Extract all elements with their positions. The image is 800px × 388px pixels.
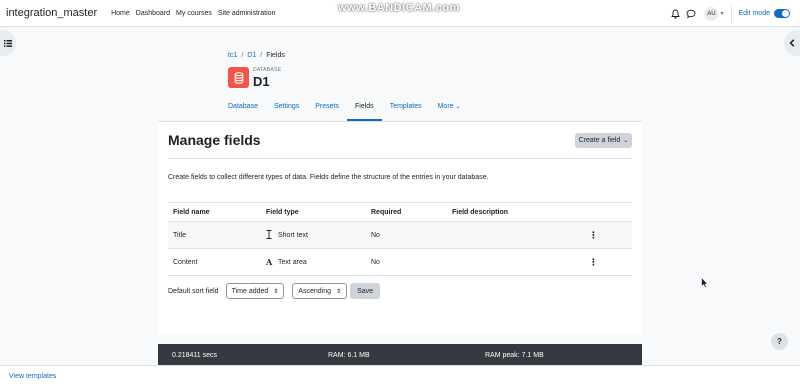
field-type-label: Short text — [278, 231, 308, 239]
breadcrumb: tc1 / D1 / Fields — [228, 52, 285, 59]
select-arrows-icon: ⇕ — [273, 288, 279, 295]
breadcrumb-current: Fields — [266, 52, 285, 59]
avatar[interactable]: AU — [704, 6, 719, 21]
fields-table: Field name Field type Required Field des… — [168, 202, 632, 276]
column-header-actions — [584, 202, 632, 222]
help-button[interactable]: ? — [771, 333, 788, 350]
perf-ram-peak: RAM peak: 7.1 MB — [485, 352, 544, 359]
perf-ram: RAM: 6.1 MB — [328, 352, 370, 359]
database-icon — [228, 67, 249, 88]
column-header-field-name: Field name — [168, 202, 261, 222]
tab-fields[interactable]: Fields — [347, 97, 382, 121]
create-field-button[interactable]: Create a field ⌄ — [575, 133, 632, 148]
edit-mode-label: Edit mode — [738, 10, 770, 17]
intro-text: Create fields to collect different types… — [168, 174, 489, 181]
tab-more-label: More — [437, 103, 454, 110]
chevron-left-icon — [789, 39, 795, 47]
nav-home[interactable]: Home — [111, 10, 130, 17]
actions-cell: ⋮ — [584, 221, 632, 249]
required-cell: No — [366, 248, 447, 276]
select-arrows-icon: ⇕ — [336, 288, 342, 295]
top-navbar: integration_master Home Dashboard My cou… — [0, 0, 800, 27]
chevron-down-icon: ⌄ — [623, 138, 629, 144]
create-field-label: Create a field — [578, 137, 621, 144]
breadcrumb-separator: / — [260, 52, 263, 59]
description-cell — [447, 248, 584, 276]
recorder-watermark: www.BANDICAM.com — [338, 2, 460, 14]
field-type-cell: Short text — [261, 221, 366, 249]
chevron-down-icon: ⌄ — [455, 104, 461, 110]
tab-settings[interactable]: Settings — [266, 97, 307, 121]
font-a-icon: A — [266, 257, 273, 267]
actions-cell: ⋮ — [584, 248, 632, 276]
column-header-field-type: Field type — [261, 202, 366, 222]
edit-mode-toggle[interactable] — [774, 9, 790, 18]
table-row: Content A Text area No ⋮ — [168, 248, 632, 276]
chevron-down-icon[interactable]: ▾ — [720, 10, 723, 17]
required-cell: No — [366, 221, 447, 249]
main-region: Manage fields Create a field ⌄ Create fi… — [158, 122, 642, 334]
sort-field-value: Time added — [231, 287, 269, 295]
tab-presets[interactable]: Presets — [307, 97, 347, 121]
block-drawer-toggle[interactable] — [784, 30, 800, 56]
activity-type-label: DATABASE — [253, 67, 282, 73]
site-name[interactable]: integration_master — [6, 7, 97, 19]
breadcrumb-activity[interactable]: D1 — [247, 52, 256, 59]
nav-my-courses[interactable]: My courses — [176, 10, 212, 17]
tab-more[interactable]: More ⌄ — [430, 97, 469, 121]
mouse-cursor-icon — [701, 277, 709, 289]
tab-templates[interactable]: Templates — [382, 97, 430, 121]
kebab-menu-icon[interactable]: ⋮ — [589, 257, 598, 267]
sort-direction-select[interactable]: Ascending ⇕ — [292, 283, 348, 299]
view-templates-link[interactable]: View templates — [9, 373, 56, 380]
description-cell — [447, 221, 584, 249]
save-button[interactable]: Save — [350, 283, 381, 299]
tab-database[interactable]: Database — [220, 97, 266, 121]
default-sort-label: Default sort field — [168, 287, 219, 295]
default-sort-form: Default sort field Time added ⇕ Ascendin… — [168, 283, 381, 299]
field-type-label: Text area — [278, 258, 307, 266]
nav-dashboard[interactable]: Dashboard — [136, 10, 170, 17]
primary-navigation: Home Dashboard My courses Site administr… — [111, 10, 281, 17]
sticky-footer: View templates — [0, 365, 800, 388]
messages-icon[interactable] — [684, 7, 698, 21]
course-index-drawer-toggle[interactable] — [0, 30, 16, 56]
breadcrumb-course[interactable]: tc1 — [228, 52, 237, 59]
secondary-navigation: Database Settings Presets Fields Templat… — [220, 97, 469, 121]
sort-field-select[interactable]: Time added ⇕ — [225, 283, 285, 299]
breadcrumb-separator: / — [241, 52, 244, 59]
field-type-cell: A Text area — [261, 248, 366, 276]
navbar-divider — [731, 4, 733, 23]
field-name-cell: Content — [168, 248, 261, 276]
column-header-field-description: Field description — [447, 202, 584, 222]
bell-icon[interactable] — [668, 7, 682, 21]
title-divider — [168, 158, 632, 159]
nav-site-administration[interactable]: Site administration — [218, 10, 276, 17]
table-header-row: Field name Field type Required Field des… — [168, 202, 632, 222]
performance-info: 0.218411 secs RAM: 6.1 MB RAM peak: 7.1 … — [158, 344, 642, 366]
list-icon — [4, 39, 12, 47]
field-name-cell: Title — [168, 221, 261, 249]
column-header-required: Required — [366, 202, 447, 222]
user-menu-area: AU ▾ Edit mode — [668, 0, 800, 27]
text-cursor-icon — [266, 229, 276, 241]
table-row: Title Short text No ⋮ — [168, 221, 632, 249]
sort-direction-value: Ascending — [298, 287, 332, 295]
page-heading: D1 — [253, 74, 270, 89]
page-title: Manage fields — [168, 132, 261, 148]
perf-time: 0.218411 secs — [172, 352, 218, 359]
kebab-menu-icon[interactable]: ⋮ — [589, 230, 598, 240]
